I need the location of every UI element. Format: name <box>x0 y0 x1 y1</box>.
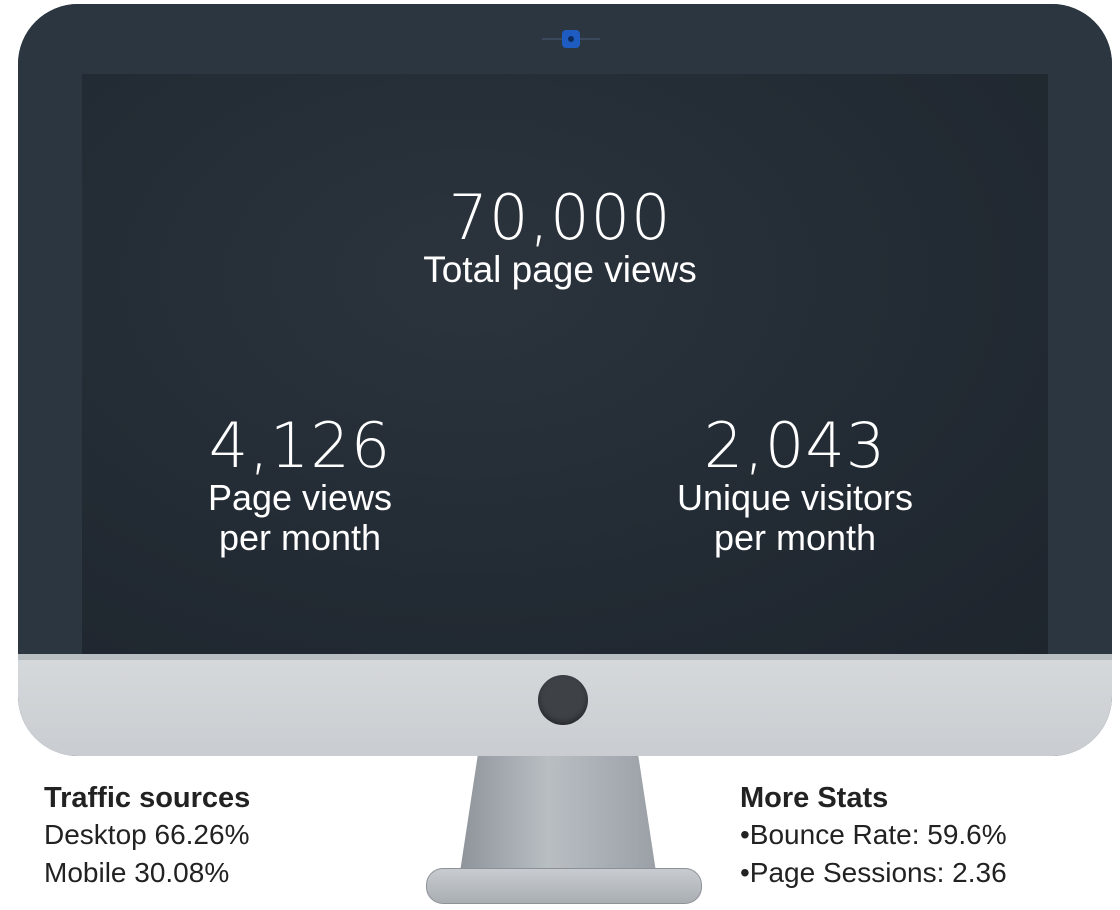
traffic-source-desktop: Desktop 66.26% <box>44 819 250 850</box>
monthly-page-views-stat: 4,126 Page views per month <box>140 414 460 558</box>
unique-visitors-stat: 2,043 Unique visitors per month <box>620 414 970 558</box>
monitor-button-icon <box>538 675 588 725</box>
monitor-base <box>426 868 702 904</box>
monitor-screen <box>82 74 1048 654</box>
more-stats-block: More Stats •Bounce Rate: 59.6% •Page Ses… <box>740 780 1007 892</box>
unique-visitors-value: 2,043 <box>703 409 887 482</box>
traffic-source-mobile: Mobile 30.08% <box>44 857 230 888</box>
unique-visitors-label: Unique visitors <box>676 477 914 518</box>
monthly-page-views-label: Page views <box>207 477 393 518</box>
monitor-stand <box>460 756 656 872</box>
bounce-rate-stat: •Bounce Rate: 59.6% <box>740 819 1007 850</box>
monthly-page-views-label-2: per month <box>218 517 382 558</box>
traffic-sources-title: Traffic sources <box>44 782 251 814</box>
monthly-page-views-value: 4,126 <box>208 409 392 482</box>
traffic-sources-block: Traffic sources Desktop 66.26% Mobile 30… <box>44 780 250 892</box>
more-stats-title: More Stats <box>740 782 889 814</box>
monitor-chin-shade <box>18 654 1112 660</box>
page-sessions-stat: •Page Sessions: 2.36 <box>740 857 1007 888</box>
camera-icon <box>542 26 600 52</box>
monitor-illustration <box>18 4 1112 756</box>
unique-visitors-label-2: per month <box>713 517 877 558</box>
total-page-views-label: Total page views <box>423 249 697 290</box>
total-page-views-stat: 70,000 Total page views <box>360 186 760 290</box>
total-page-views-value: 70,000 <box>448 181 672 254</box>
